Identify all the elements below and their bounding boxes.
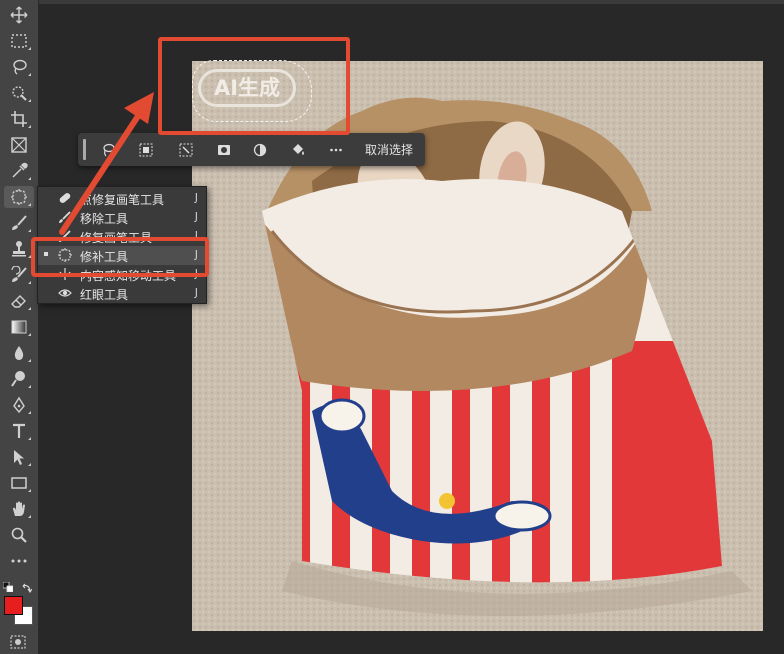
- crop-icon: [11, 111, 27, 127]
- path-select-tool[interactable]: [4, 446, 34, 468]
- hand-tool[interactable]: [4, 498, 34, 520]
- flyout-item-spot-healing[interactable]: 点修复画笔工具 J: [38, 189, 206, 208]
- arrow-select-icon: [14, 450, 24, 465]
- ctx-fill-button[interactable]: [288, 140, 308, 160]
- shape-tool[interactable]: [4, 472, 34, 494]
- blur-drop-icon: [14, 346, 24, 360]
- dodge-icon: [11, 371, 25, 387]
- ctx-more-button[interactable]: [326, 140, 346, 160]
- type-tool[interactable]: [4, 420, 34, 442]
- flyout-item-red-eye[interactable]: 红眼工具 J: [38, 284, 206, 303]
- quick-mask-icon[interactable]: [10, 634, 26, 649]
- gradient-tool[interactable]: [4, 316, 34, 338]
- flyout-item-shortcut: J: [194, 286, 198, 299]
- eyedropper-tool[interactable]: [4, 160, 34, 182]
- more-icon: [11, 559, 27, 563]
- ai-watermark-highlight: [158, 37, 350, 135]
- stamp-icon: [12, 241, 26, 257]
- paint-bucket-icon: [293, 144, 304, 155]
- ctx-mask-button[interactable]: [214, 140, 234, 160]
- lasso-icon: [103, 143, 115, 157]
- tools-panel: [0, 0, 39, 654]
- patch-icon: [11, 189, 27, 205]
- brush-icon: [12, 215, 27, 230]
- deselect-button[interactable]: 取消选择: [365, 141, 413, 158]
- ctx-select-subject-button[interactable]: [136, 140, 156, 160]
- remove-icon: [59, 211, 71, 223]
- flyout-item-label: 红眼工具: [80, 288, 129, 302]
- flyout-item-shortcut: J: [194, 210, 198, 223]
- pen-tool[interactable]: [4, 394, 34, 416]
- history-brush-tool[interactable]: [4, 264, 34, 286]
- frame-tool[interactable]: [4, 134, 34, 156]
- rectangle-icon: [11, 477, 27, 489]
- color-swatches: [2, 594, 36, 628]
- hand-icon: [13, 501, 25, 516]
- crop-tool[interactable]: [4, 108, 34, 130]
- eraser-icon: [11, 295, 26, 308]
- select-subject-icon: [139, 143, 153, 157]
- swap-colors-icon[interactable]: [22, 578, 33, 593]
- flyout-item-label: 点修复画笔工具: [80, 193, 165, 207]
- drag-handle[interactable]: [83, 139, 86, 160]
- ctx-invert-selection-button[interactable]: [176, 140, 196, 160]
- contextual-task-bar: 取消选择: [78, 133, 425, 166]
- foreground-color-swatch[interactable]: [4, 596, 23, 615]
- rect-marquee-icon: [11, 34, 27, 48]
- default-colors-icon[interactable]: [2, 577, 14, 593]
- frame-icon: [11, 137, 27, 153]
- type-icon: [13, 423, 25, 438]
- eyedropper-icon: [12, 162, 28, 178]
- gradient-icon: [11, 320, 27, 334]
- stamp-tool[interactable]: [4, 238, 34, 260]
- flyout-item-label: 移除工具: [80, 212, 129, 226]
- history-brush-icon: [11, 266, 27, 282]
- eraser-tool[interactable]: [4, 290, 34, 312]
- more-icon: [330, 148, 342, 152]
- invert-selection-icon: [179, 143, 193, 157]
- blur-tool[interactable]: [4, 342, 34, 364]
- zoom-icon: [11, 527, 27, 543]
- adjustment-icon: [253, 143, 267, 157]
- move-icon: [10, 6, 28, 24]
- mask-icon: [218, 145, 230, 155]
- patch-tool-highlight: [31, 237, 209, 277]
- marquee-tool[interactable]: [4, 30, 34, 52]
- lasso-tool[interactable]: [4, 56, 34, 78]
- move-tool[interactable]: [4, 4, 34, 26]
- quick-select-icon: [12, 86, 27, 101]
- brush-tool[interactable]: [4, 212, 34, 234]
- dodge-tool[interactable]: [4, 368, 34, 390]
- zoom-tool[interactable]: [4, 524, 34, 546]
- more-tools[interactable]: [4, 550, 34, 572]
- quick-select-tool[interactable]: [4, 82, 34, 104]
- healing-tool[interactable]: [4, 186, 34, 208]
- red-eye-icon: [58, 289, 72, 297]
- lasso-icon: [13, 59, 27, 75]
- ctx-lasso-button[interactable]: [98, 140, 118, 160]
- spot-healing-icon: [59, 193, 71, 203]
- flyout-item-shortcut: J: [194, 191, 198, 204]
- document-tab-strip: [39, 0, 784, 4]
- flyout-item-remove[interactable]: 移除工具 J: [38, 208, 206, 227]
- ctx-adjustment-button[interactable]: [250, 140, 270, 160]
- pen-icon: [13, 396, 25, 414]
